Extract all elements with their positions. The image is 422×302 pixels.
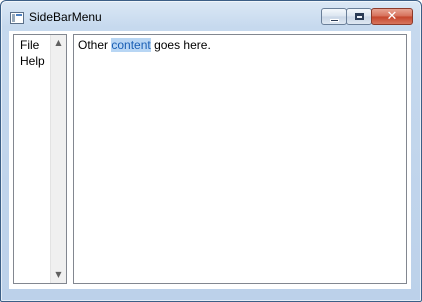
close-icon: ✕: [386, 9, 398, 24]
minimize-button[interactable]: [321, 8, 347, 25]
maximize-button[interactable]: [346, 8, 372, 25]
scroll-up-icon[interactable]: ▲: [51, 35, 66, 51]
content-text-before: Other: [78, 38, 112, 52]
client-area: File Help ▲ ▼ Other content goes here.: [9, 31, 411, 289]
app-window: SideBarMenu ✕ File Help ▲ ▼ Other conten…: [0, 0, 422, 302]
sidebar-scrollbar[interactable]: ▲ ▼: [50, 35, 66, 283]
menu-list: File Help: [14, 35, 54, 69]
content-panel[interactable]: Other content goes here.: [73, 34, 407, 284]
scroll-down-icon[interactable]: ▼: [51, 267, 66, 283]
sidebar-item-help[interactable]: Help: [14, 53, 54, 69]
icon-pane-top: [16, 14, 22, 16]
minimize-icon: [330, 19, 339, 22]
caption-buttons: ✕: [321, 8, 413, 26]
window-app-icon[interactable]: [10, 12, 24, 24]
sidebar-item-file[interactable]: File: [14, 37, 54, 53]
content-text-after: goes here.: [150, 38, 211, 52]
content-text: Other content goes here.: [78, 38, 211, 52]
window-title: SideBarMenu: [29, 10, 102, 24]
maximize-icon: [355, 13, 364, 20]
close-button[interactable]: ✕: [371, 8, 413, 25]
title-bar[interactable]: SideBarMenu ✕: [1, 1, 421, 31]
sidebar-menu: File Help ▲ ▼: [13, 34, 67, 284]
icon-pane-left: [12, 14, 15, 22]
content-selected-text[interactable]: content: [111, 38, 151, 52]
